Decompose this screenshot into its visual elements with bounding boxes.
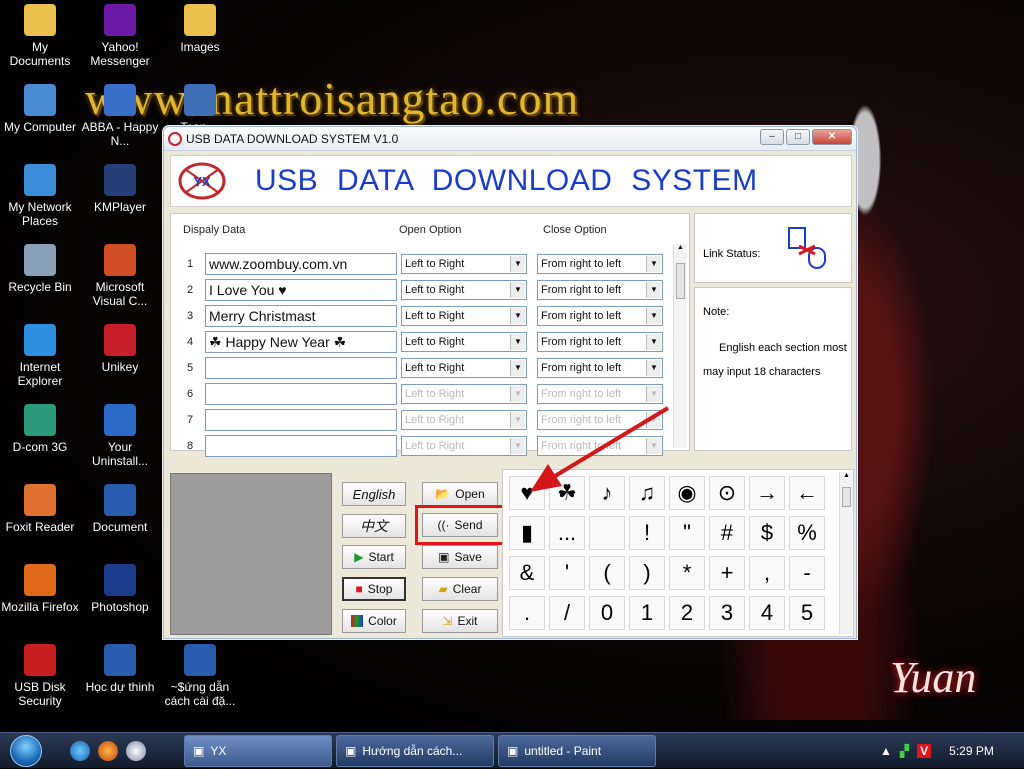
- system-tray: ▲ ▞ V 5:29 PM: [874, 733, 1024, 769]
- ie-quicklaunch-icon[interactable]: [70, 740, 90, 761]
- tray-expand-icon[interactable]: ▲: [880, 744, 892, 758]
- taskbar-task[interactable]: ▣ Hướng dẫn cách...: [336, 734, 494, 767]
- start-button[interactable]: [0, 733, 52, 769]
- quick-launch: [70, 740, 180, 761]
- network-tray-icon[interactable]: ▞: [900, 744, 909, 758]
- unikey-tray-icon[interactable]: V: [917, 744, 932, 758]
- media-player-quicklaunch-icon[interactable]: [126, 740, 146, 761]
- task-label: Hướng dẫn cách...: [362, 743, 463, 758]
- task-label: untitled - Paint: [524, 743, 602, 758]
- taskbar-task[interactable]: ▣ YX: [184, 734, 332, 767]
- annotation-arrow: [530, 406, 670, 492]
- task-label: YX: [210, 743, 227, 758]
- task-app-icon: ▣: [507, 743, 519, 758]
- firefox-quicklaunch-icon[interactable]: [98, 740, 118, 761]
- task-app-icon: ▣: [193, 743, 205, 758]
- taskbar-task[interactable]: ▣ untitled - Paint: [498, 734, 656, 767]
- windows-orb-icon: [10, 734, 42, 767]
- task-app-icon: ▣: [345, 743, 357, 758]
- clock[interactable]: 5:29 PM: [949, 744, 994, 758]
- taskbar: ▣ YX ▣ Hướng dẫn cách... ▣ untitled - Paint ▲…: [0, 732, 1024, 768]
